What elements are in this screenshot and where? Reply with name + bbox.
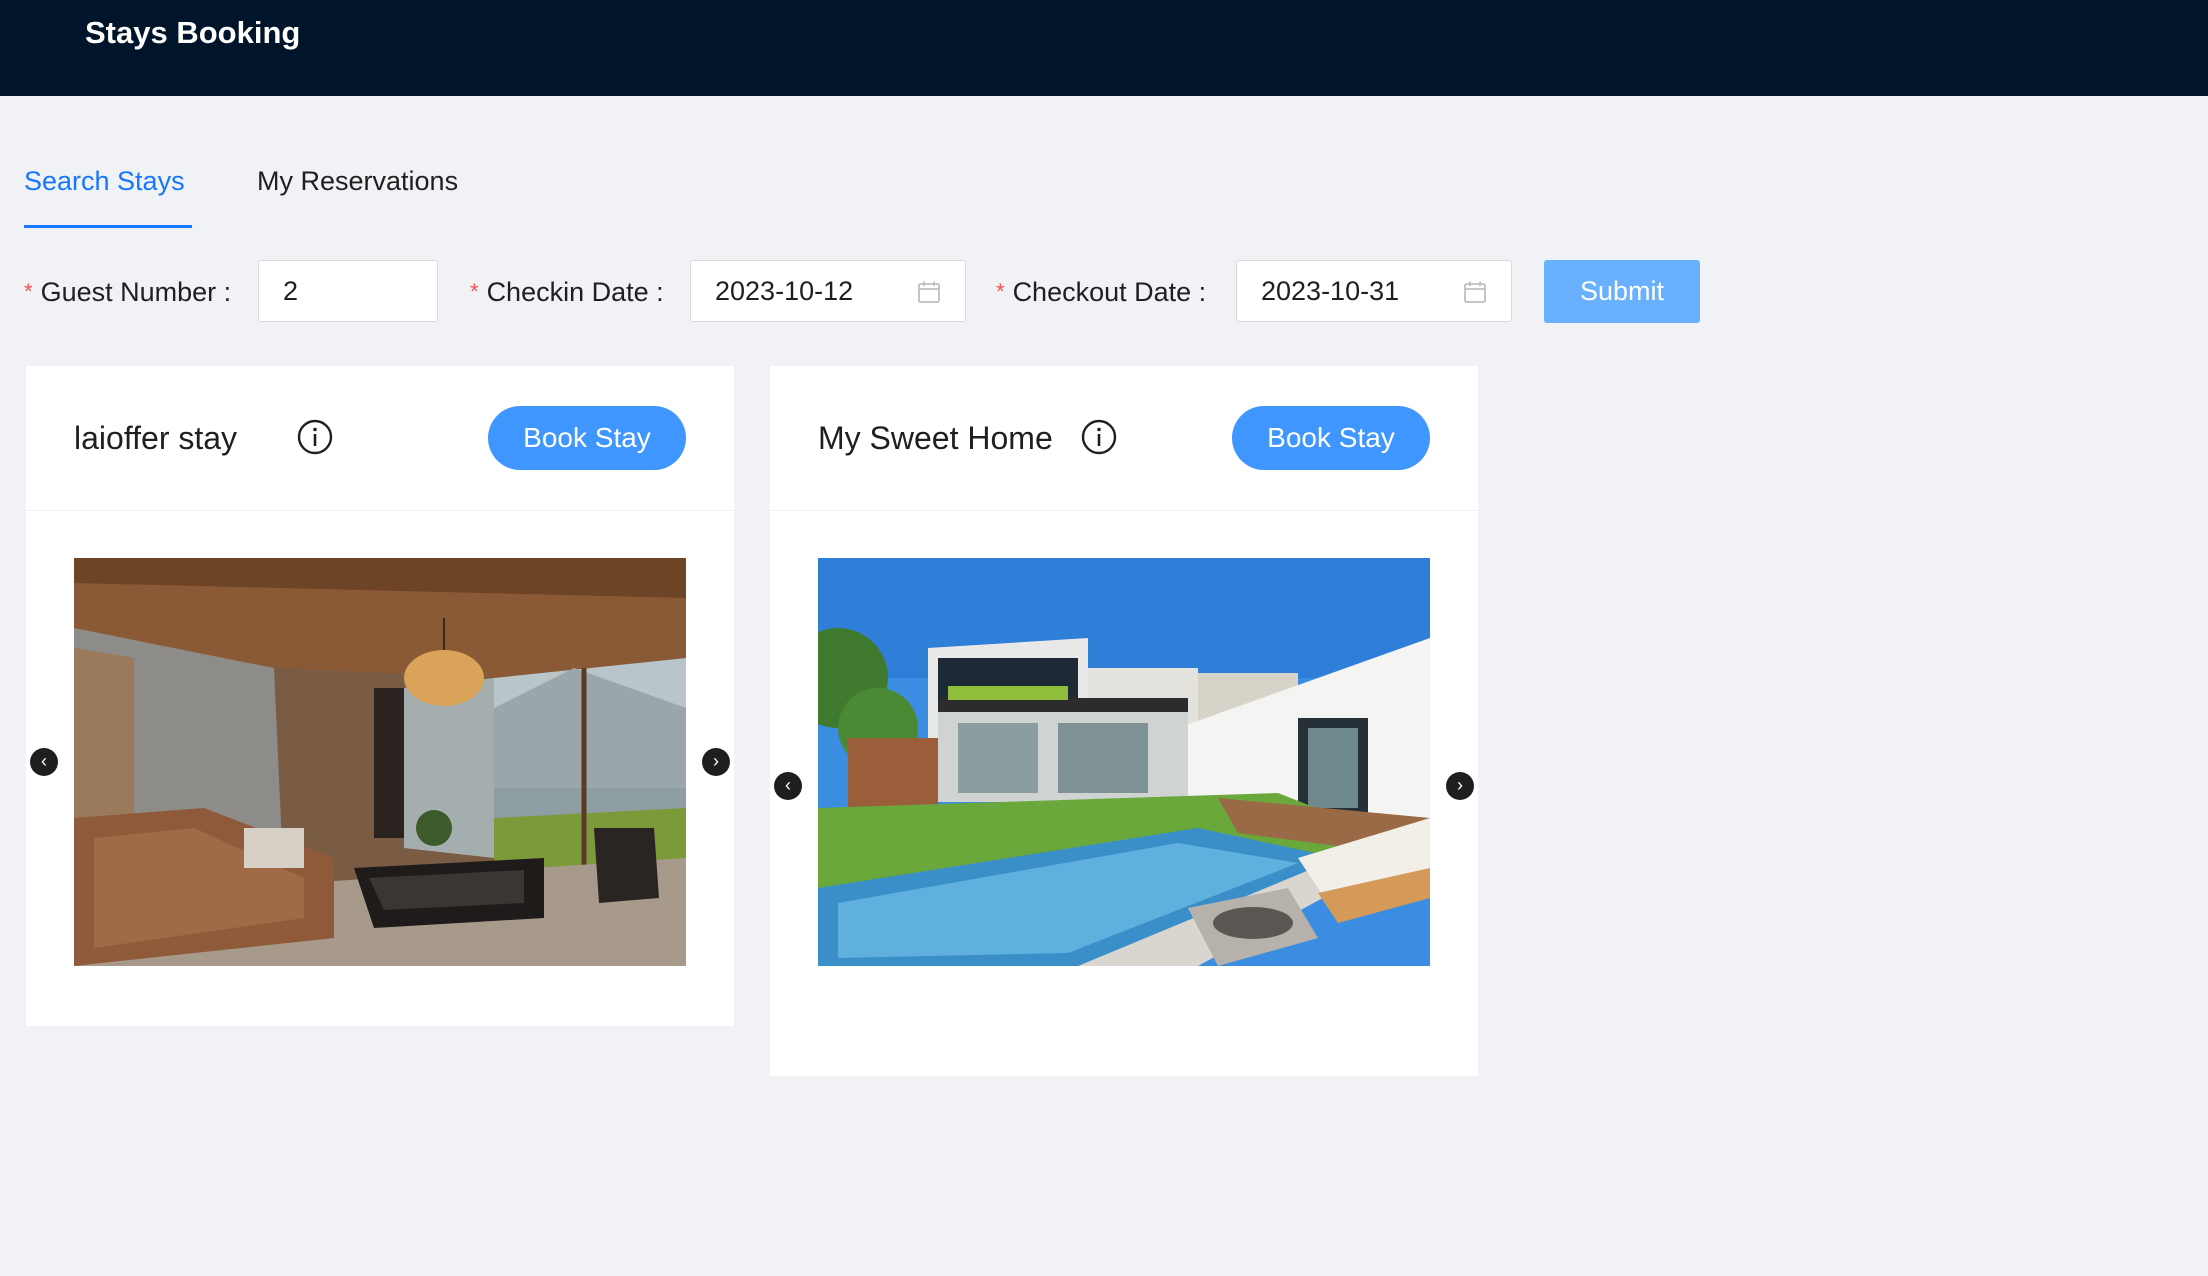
stay-card: My Sweet Home Book Stay ‹ › xyxy=(770,366,1478,1076)
checkin-date-picker[interactable]: 2023-10-12 xyxy=(690,260,966,322)
book-stay-button[interactable]: Book Stay xyxy=(488,406,686,470)
chevron-left-icon[interactable]: ‹ xyxy=(30,748,58,776)
book-stay-button[interactable]: Book Stay xyxy=(1232,406,1430,470)
checkin-date-label: * Checkin Date : xyxy=(470,277,664,307)
required-mark: * xyxy=(470,279,479,304)
tab-search-stays[interactable]: Search Stays xyxy=(24,166,185,197)
guest-number-input[interactable]: 2 xyxy=(258,260,438,322)
checkout-date-label: * Checkout Date : xyxy=(996,277,1207,307)
main-tabs: Search Stays My Reservations xyxy=(24,148,2184,228)
active-tab-indicator xyxy=(24,225,192,228)
tabs-divider xyxy=(24,227,2184,228)
info-circle-icon[interactable] xyxy=(1080,418,1118,456)
living-room-photo xyxy=(74,558,686,966)
checkin-date-value: 2023-10-12 xyxy=(715,276,854,306)
stay-card-header: My Sweet Home Book Stay xyxy=(770,366,1478,511)
chevron-left-icon[interactable]: ‹ xyxy=(774,772,802,800)
submit-button[interactable]: Submit xyxy=(1544,260,1700,323)
calendar-icon xyxy=(1464,281,1486,303)
checkout-date-value: 2023-10-31 xyxy=(1261,276,1400,306)
app-header: Stays Booking xyxy=(0,0,2208,96)
stay-card: laioffer stay Book Stay ‹ › xyxy=(26,366,734,1026)
guest-number-label: * Guest Number : xyxy=(24,277,232,307)
required-mark: * xyxy=(996,279,1005,304)
stay-card-header: laioffer stay Book Stay xyxy=(26,366,734,511)
app-title: Stays Booking xyxy=(85,15,301,50)
tab-my-reservations[interactable]: My Reservations xyxy=(257,166,458,197)
required-mark: * xyxy=(24,279,33,304)
chevron-right-icon[interactable]: › xyxy=(1446,772,1474,800)
info-circle-icon[interactable] xyxy=(296,418,334,456)
stay-title: My Sweet Home xyxy=(818,420,1053,456)
calendar-icon xyxy=(918,281,940,303)
stay-title: laioffer stay xyxy=(74,420,238,456)
checkout-date-picker[interactable]: 2023-10-31 xyxy=(1236,260,1512,322)
chevron-right-icon[interactable]: › xyxy=(702,748,730,776)
backyard-pool-photo xyxy=(818,558,1430,966)
